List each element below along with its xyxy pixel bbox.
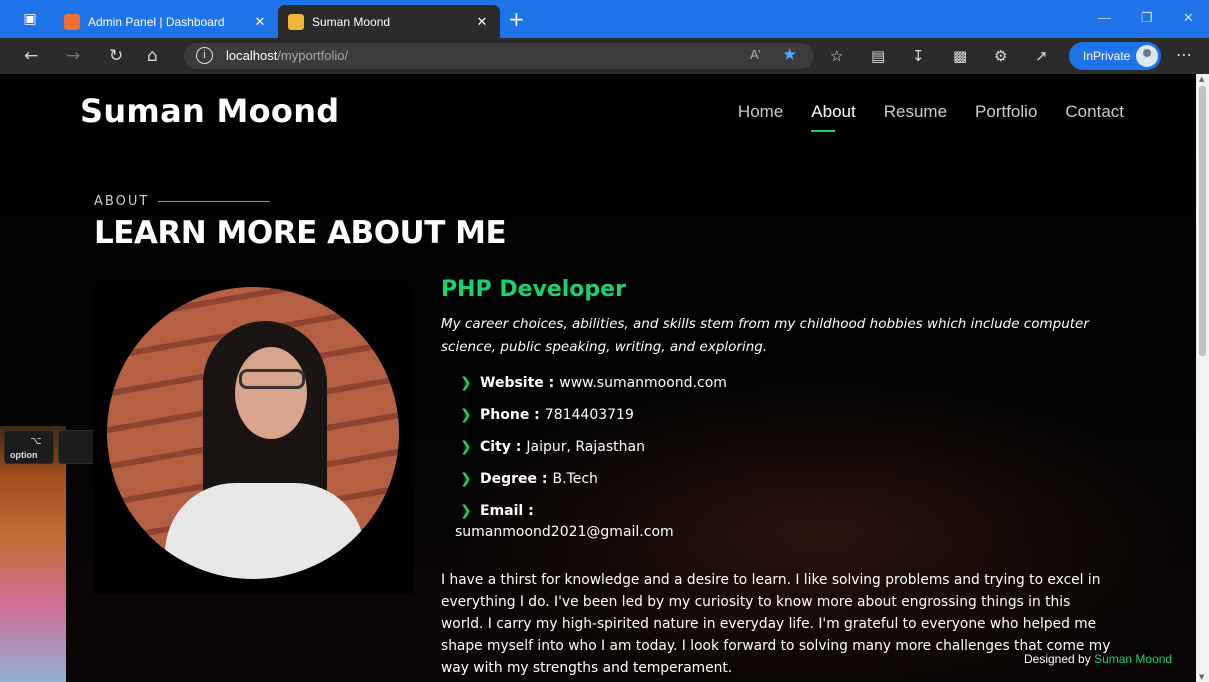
site-logo[interactable]: Suman Moond <box>80 92 340 130</box>
fact-value: 7814403719 <box>544 407 634 423</box>
fact-value: www.sumanmoond.com <box>559 375 727 391</box>
email-value: sumanmoond2021@gmail.com <box>455 524 674 540</box>
tab-admin-panel[interactable]: Admin Panel | Dashboard ✕ <box>54 5 278 38</box>
url-host: localhost <box>226 48 278 63</box>
site-info-icon[interactable]: i <box>196 47 213 64</box>
credit-prefix: Designed by <box>1024 652 1091 666</box>
more-options-icon[interactable]: ⋯ <box>1176 45 1192 64</box>
main-nav: Home About Resume Portfolio Contact <box>738 102 1124 132</box>
page-scrollbar[interactable]: ▲ ▼ <box>1196 74 1209 682</box>
profile-photo <box>107 287 399 579</box>
inprivate-badge[interactable]: InPrivate <box>1069 42 1161 70</box>
section-label: ABOUT <box>94 194 150 209</box>
favorite-star-icon[interactable]: ★ <box>782 45 797 65</box>
browser-toolbar: ← → ↻ ⌂ i localhost/myportfolio/ A’ ★ ☆ … <box>0 38 1209 74</box>
tab-actions-icon[interactable]: ▣ <box>20 10 40 30</box>
share-icon[interactable]: ↗ <box>1035 47 1048 65</box>
tab-title: Admin Panel | Dashboard <box>88 14 225 29</box>
fact-phone: ❯ Phone : 7814403719 <box>460 404 727 436</box>
page-viewport: ⌥ option Suman Moond Home About Resume P… <box>0 74 1196 682</box>
scroll-thumb[interactable] <box>1199 86 1206 356</box>
fact-degree: ❯ Degree : B.Tech <box>460 468 727 500</box>
home-icon[interactable]: ⌂ <box>147 46 158 66</box>
intro-text: My career choices, abilities, and skills… <box>441 316 1089 355</box>
fact-city: ❯ City : Jaipur, Rajasthan <box>460 436 727 468</box>
new-tab-button[interactable]: + <box>508 9 525 29</box>
collections-icon[interactable]: ▤ <box>871 47 885 65</box>
close-icon[interactable]: ✕ <box>252 14 268 30</box>
downloads-icon[interactable]: ↧ <box>912 47 925 65</box>
fact-key: City : <box>480 439 522 455</box>
favorites-icon[interactable]: ☆ <box>830 47 843 65</box>
section-title: LEARN MORE ABOUT ME <box>94 215 507 251</box>
about-paragraph: I have a thirst for knowledge and a desi… <box>441 572 1111 676</box>
photo-glasses <box>239 369 305 389</box>
nav-portfolio[interactable]: Portfolio <box>975 102 1037 132</box>
chevron-right-icon: ❯ <box>460 471 472 487</box>
nav-about[interactable]: About <box>811 102 856 132</box>
back-arrow-icon[interactable]: ← <box>24 46 38 66</box>
chevron-right-icon: ❯ <box>460 439 472 455</box>
restore-button[interactable]: ❐ <box>1141 10 1153 26</box>
close-window-button[interactable]: ✕ <box>1183 10 1194 26</box>
read-aloud-icon[interactable]: A’ <box>750 47 761 62</box>
screenshot-icon[interactable]: ▩ <box>953 47 967 65</box>
nav-resume[interactable]: Resume <box>884 102 947 132</box>
tab-title: Suman Moond <box>312 14 391 29</box>
fact-key: Phone : <box>480 407 540 423</box>
fact-value: B.Tech <box>552 471 598 487</box>
forward-arrow-icon[interactable]: → <box>66 46 80 66</box>
chevron-right-icon: ❯ <box>460 375 472 391</box>
fact-key: Degree : <box>480 471 548 487</box>
close-icon[interactable]: ✕ <box>474 14 490 30</box>
footer-credit: Designed by Suman Moond <box>1024 652 1172 666</box>
section-label-divider <box>158 201 270 202</box>
address-bar[interactable]: i localhost/myportfolio/ A’ ★ <box>184 43 814 69</box>
option-key-icon: ⌥ <box>30 436 42 447</box>
photo-face <box>235 347 307 439</box>
nav-contact[interactable]: Contact <box>1065 102 1124 132</box>
background-keyboard-glow <box>0 426 66 682</box>
xampp-favicon-icon <box>64 13 80 30</box>
facts-list: ❯ Website : www.sumanmoond.com ❯ Phone :… <box>460 372 727 532</box>
url-path: /myportfolio/ <box>277 48 349 63</box>
profile-avatar-icon <box>1136 45 1158 67</box>
scroll-up-arrow-icon[interactable]: ▲ <box>1199 75 1204 83</box>
minimize-button[interactable]: — <box>1098 10 1111 25</box>
refresh-icon[interactable]: ↻ <box>109 46 123 66</box>
fact-website: ❯ Website : www.sumanmoond.com <box>460 372 727 404</box>
role-heading: PHP Developer <box>441 277 626 302</box>
extensions-icon[interactable]: ⚙ <box>994 47 1007 65</box>
scroll-down-arrow-icon[interactable]: ▼ <box>1199 673 1204 681</box>
home-favicon-icon <box>288 13 304 30</box>
inprivate-label: InPrivate <box>1083 49 1131 63</box>
url-text[interactable]: localhost/myportfolio/ <box>226 48 348 63</box>
browser-tab-bar: ▣ Admin Panel | Dashboard ✕ Suman Moond … <box>0 0 1209 38</box>
credit-link[interactable]: Suman Moond <box>1094 652 1172 666</box>
fact-value: Jaipur, Rajasthan <box>526 439 645 455</box>
option-key-label: option <box>10 450 38 460</box>
tab-suman-moond[interactable]: Suman Moond ✕ <box>278 5 500 38</box>
photo-shirt <box>165 483 365 579</box>
fact-key: Website : <box>480 375 555 391</box>
nav-home[interactable]: Home <box>738 102 783 132</box>
chevron-right-icon: ❯ <box>460 407 472 423</box>
